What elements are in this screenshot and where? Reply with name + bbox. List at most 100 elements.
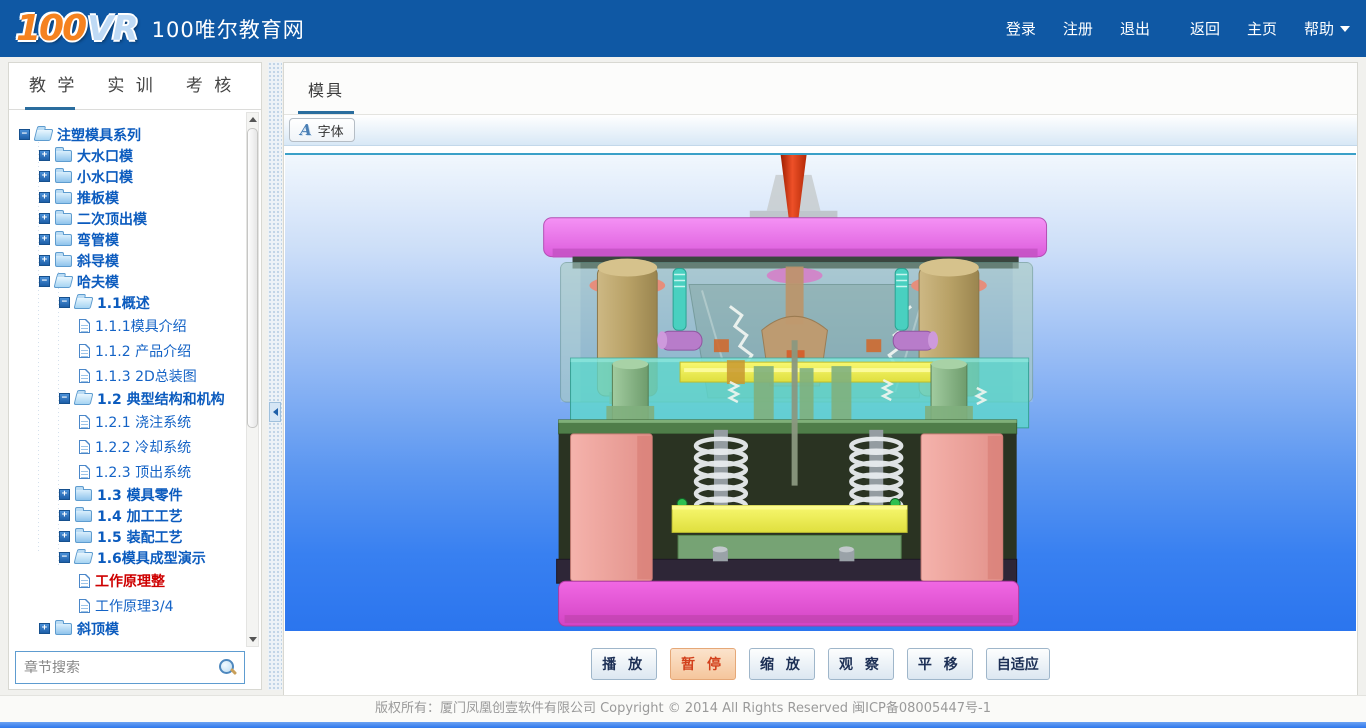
tree-item-label: 1.1.1模具介绍 (95, 316, 187, 336)
nav-register[interactable]: 注册 (1063, 18, 1093, 39)
header: 100 VR 100唯尔教育网 登录 注册 退出 返回 主页 帮助 (0, 0, 1366, 57)
tree-scrollbar[interactable] (246, 112, 259, 647)
tab-training[interactable]: 实 训 (107, 63, 155, 109)
mold-3d-model (285, 155, 1356, 631)
tree-item[interactable]: +小水口模 (13, 166, 243, 187)
expand-toggle[interactable]: + (39, 171, 50, 182)
tree-item[interactable]: 1.1.3 2D总装图 (13, 363, 243, 388)
pause-button[interactable]: 暂 停 (670, 648, 736, 680)
font-a-icon: A (300, 121, 312, 139)
header-nav: 登录 注册 退出 返回 主页 帮助 (979, 18, 1350, 39)
tree-item[interactable]: − 哈夫模 (13, 271, 243, 292)
tree-item-label: 哈夫模 (77, 272, 119, 292)
tree-item[interactable]: 1.1.1模具介绍 (13, 313, 243, 338)
font-button-label: 字体 (318, 121, 344, 140)
logo-100-text: 100 (16, 8, 85, 49)
tree-item-label: 1.1.3 2D总装图 (95, 366, 197, 386)
tree-item-label: 推板模 (77, 188, 119, 208)
scrollbar-up-arrow-icon[interactable] (247, 113, 258, 126)
tree-item[interactable]: − 1.2 典型结构和机构 (13, 388, 243, 409)
pan-button[interactable]: 平 移 (907, 648, 973, 680)
tree-item-label: 1.5 装配工艺 (97, 527, 183, 547)
document-icon (79, 344, 90, 358)
tree-item[interactable]: −1.1概述 (13, 292, 243, 313)
tree-item[interactable]: + 弯管模 (13, 229, 243, 250)
tree-item-label: 工作原理整 (95, 571, 165, 591)
nav-login[interactable]: 登录 (1006, 18, 1036, 39)
expand-toggle[interactable]: + (59, 510, 70, 521)
tree-item[interactable]: +1.5 装配工艺 (13, 526, 243, 547)
footer: 版权所有：厦门凤凰创壹软件有限公司 Copyright © 2014 All R… (0, 695, 1366, 728)
tree-item-label: 注塑模具系列 (57, 125, 141, 145)
scrollbar-down-arrow-icon[interactable] (247, 633, 258, 646)
folder-icon (55, 192, 72, 204)
tree-item[interactable]: 工作原理3/4 (13, 593, 243, 618)
nav-logout[interactable]: 退出 (1120, 18, 1150, 39)
expand-toggle[interactable]: + (39, 213, 50, 224)
nav-home[interactable]: 主页 (1247, 18, 1277, 39)
collapse-toggle[interactable]: − (39, 276, 50, 287)
collapse-toggle[interactable]: − (59, 552, 70, 563)
expand-toggle[interactable]: + (39, 150, 50, 161)
tree-item[interactable]: 1.2.3 顶出系统 (13, 459, 243, 484)
chevron-left-icon (273, 408, 278, 416)
observe-button[interactable]: 观 察 (828, 648, 894, 680)
folder-icon (74, 552, 94, 564)
tree-item-label: 1.2.3 顶出系统 (95, 462, 191, 482)
zoom-button[interactable]: 缩 放 (749, 648, 815, 680)
copyright-text: 版权所有：厦门凤凰创壹软件有限公司 Copyright © 2014 All R… (375, 701, 991, 716)
chevron-down-icon (1340, 26, 1350, 32)
nav-help[interactable]: 帮助 (1304, 18, 1350, 39)
expand-toggle[interactable]: + (39, 623, 50, 634)
tree-item-label: 弯管模 (77, 230, 119, 250)
tab-teaching[interactable]: 教 学 (29, 63, 77, 109)
scrollbar-thumb[interactable] (247, 128, 258, 428)
panel-splitter[interactable] (268, 62, 282, 690)
expand-toggle[interactable]: + (39, 192, 50, 203)
tree-item[interactable]: +1.3 模具零件 (13, 484, 243, 505)
document-icon (79, 574, 90, 588)
search-icon[interactable] (219, 659, 236, 676)
folder-icon (55, 150, 72, 162)
document-icon (79, 465, 90, 479)
collapse-toggle[interactable]: − (59, 393, 70, 404)
tree-item[interactable]: +斜顶模 (13, 618, 243, 639)
tree-item-label: 1.2 典型结构和机构 (97, 389, 225, 409)
tree-item[interactable]: +二次顶出模 (13, 208, 243, 229)
site-title: 100唯尔教育网 (152, 14, 305, 44)
tree-item-label: 1.3 模具零件 (97, 485, 183, 505)
collapse-toggle[interactable]: − (59, 297, 70, 308)
tree-item[interactable]: −1.6模具成型演示 (13, 547, 243, 568)
tree-item[interactable]: − 注塑模具系列 (13, 124, 243, 145)
nav-back[interactable]: 返回 (1190, 18, 1220, 39)
tree-item[interactable]: +斜导模 (13, 250, 243, 271)
tab-assessment[interactable]: 考 核 (186, 63, 234, 109)
document-icon (79, 319, 90, 333)
expand-toggle[interactable]: + (59, 531, 70, 542)
auto-fit-button[interactable]: 自适应 (986, 648, 1050, 680)
tree-item[interactable]: +大水口模 (13, 145, 243, 166)
tree-item-label: 1.2.1 浇注系统 (95, 412, 191, 432)
search-input[interactable] (24, 660, 219, 676)
tree-item[interactable]: 1.2.1 浇注系统 (13, 409, 243, 434)
viewer-3d[interactable] (285, 153, 1356, 631)
tree-item[interactable]: 1.1.2 产品介绍 (13, 338, 243, 363)
folder-icon (55, 234, 72, 246)
tree-item[interactable]: 工作原理整 (13, 568, 243, 593)
collapse-toggle[interactable]: − (19, 129, 30, 140)
expand-toggle[interactable]: + (59, 489, 70, 500)
font-button[interactable]: A 字体 (289, 118, 355, 142)
play-button[interactable]: 播 放 (591, 648, 657, 680)
document-icon (79, 415, 90, 429)
site-logo[interactable]: 100 VR (16, 8, 138, 49)
tab-mold[interactable]: 模具 (300, 77, 352, 114)
tree-item[interactable]: 1.2.2 冷却系统 (13, 434, 243, 459)
folder-icon (34, 129, 54, 141)
expand-toggle[interactable]: + (39, 234, 50, 245)
tree-item[interactable]: +1.4 加工工艺 (13, 505, 243, 526)
main-tabbar: 模具 (284, 63, 1357, 115)
tree: −注塑模具系列+大水口模+小水口模+推板模+二次顶出模+弯管模+斜导模−哈夫模−… (13, 112, 243, 647)
expand-toggle[interactable]: + (39, 255, 50, 266)
tree-item[interactable]: + 推板模 (13, 187, 243, 208)
collapse-sidebar-button[interactable] (269, 402, 281, 422)
